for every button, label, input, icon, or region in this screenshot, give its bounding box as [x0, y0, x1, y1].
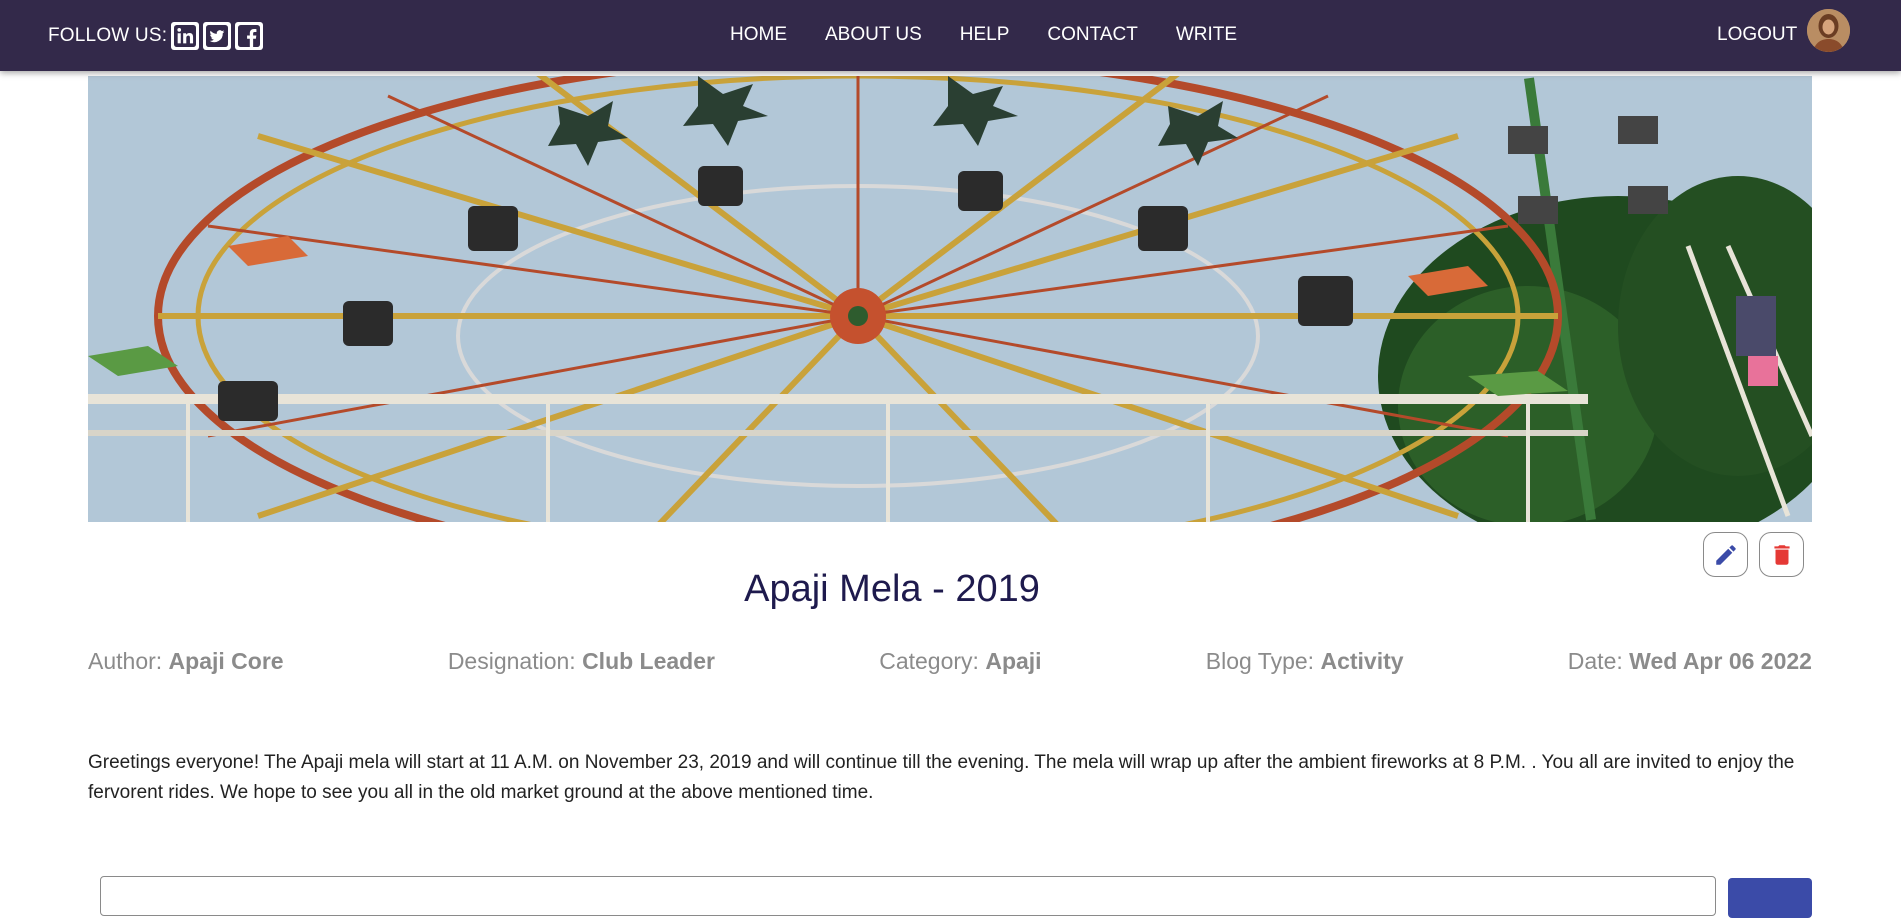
nav-about-us[interactable]: ABOUT US: [825, 24, 922, 46]
post-designation: Designation: Club Leader: [447, 648, 715, 674]
twitter-icon[interactable]: [203, 22, 232, 50]
facebook-icon[interactable]: [235, 22, 264, 50]
logout-link[interactable]: LOGOUT: [1717, 24, 1797, 46]
trash-icon: [1773, 544, 1790, 565]
post-meta: Author: Apaji Core Designation: Club Lea…: [88, 648, 1812, 675]
top-navbar: FOLLOW US: HOME ABOUT US HELP CONTACT WR…: [0, 0, 1901, 71]
linkedin-icon[interactable]: [171, 22, 200, 50]
post-blog-type: Blog Type: Activity: [1205, 648, 1404, 674]
nav-help[interactable]: HELP: [960, 24, 1010, 46]
post-date: Date: Wed Apr 06 2022: [1567, 648, 1812, 674]
pencil-icon: [1715, 544, 1736, 565]
avatar[interactable]: [1807, 9, 1850, 52]
delete-post-button[interactable]: [1759, 532, 1804, 577]
follow-us-label: FOLLOW US:: [48, 25, 168, 46]
main-menu: HOME ABOUT US HELP CONTACT WRITE: [730, 24, 1275, 46]
post-cover-image: [88, 76, 1812, 522]
comment-submit-button[interactable]: [1728, 878, 1812, 918]
comment-input[interactable]: [100, 876, 1716, 916]
nav-write[interactable]: WRITE: [1176, 24, 1237, 46]
post-category: Category: Apaji: [879, 648, 1042, 674]
post-title: Apaji Mela - 2019: [744, 568, 1040, 610]
post-content: Greetings everyone! The Apaji mela will …: [88, 752, 1795, 803]
nav-contact[interactable]: CONTACT: [1047, 24, 1137, 46]
nav-home[interactable]: HOME: [730, 24, 787, 46]
post-author: Author: Apaji Core: [88, 648, 284, 674]
follow-us: FOLLOW US:: [48, 22, 264, 50]
edit-post-button[interactable]: [1703, 532, 1748, 577]
